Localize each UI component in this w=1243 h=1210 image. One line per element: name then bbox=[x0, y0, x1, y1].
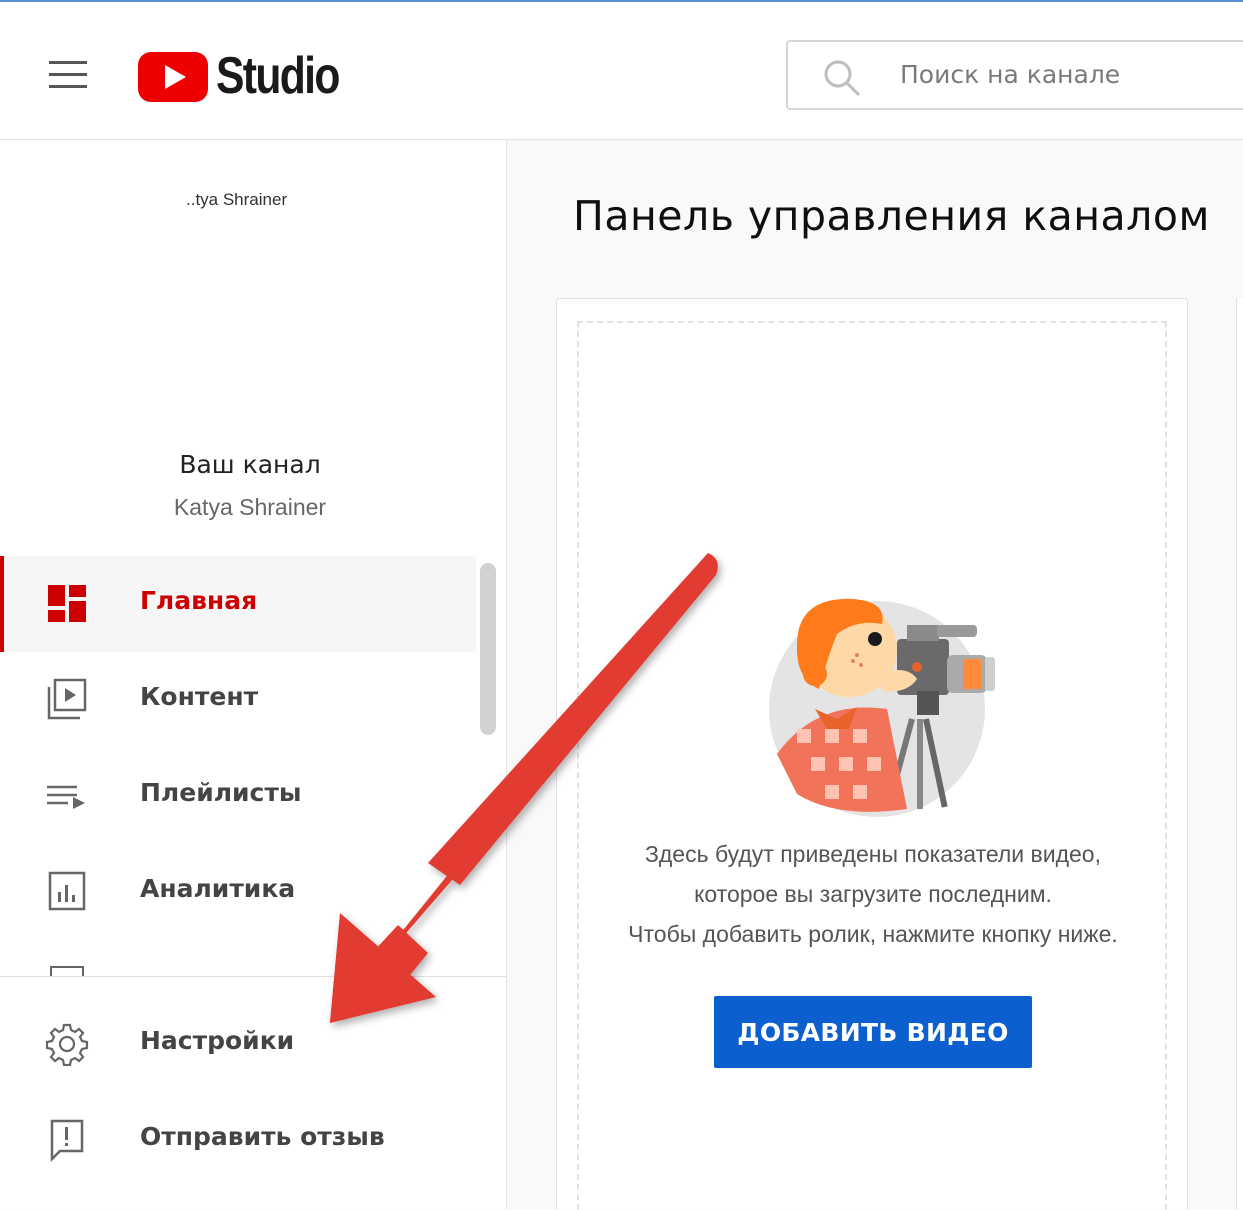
youtube-play-icon bbox=[138, 52, 208, 102]
sidebar-item-dashboard[interactable]: Главная bbox=[0, 556, 476, 652]
analytics-icon bbox=[48, 871, 86, 911]
next-card-edge bbox=[1236, 298, 1243, 1209]
sidebar-scrollbar[interactable] bbox=[480, 563, 496, 735]
sidebar-divider bbox=[0, 976, 506, 977]
sidebar: ..tya Shrainer Ваш канал Katya Shrainer … bbox=[0, 140, 507, 1209]
channel-search-box[interactable] bbox=[786, 40, 1243, 110]
video-content-icon bbox=[47, 678, 87, 720]
sidebar-item-label: Плейлисты bbox=[140, 778, 302, 807]
sidebar-item-label: Настройки bbox=[140, 1026, 295, 1055]
dashboard-icon bbox=[48, 585, 86, 622]
videographer-illustration bbox=[769, 598, 995, 817]
hamburger-menu-icon[interactable] bbox=[44, 52, 92, 94]
channel-title: Ваш канал bbox=[179, 450, 321, 479]
sidebar-item-analytics[interactable]: Аналитика bbox=[0, 844, 476, 940]
sidebar-item-feedback[interactable]: Отправить отзыв bbox=[0, 1092, 476, 1188]
sidebar-item-playlists[interactable]: Плейлисты bbox=[0, 748, 476, 844]
add-video-button[interactable]: ДОБАВИТЬ ВИДЕО bbox=[714, 996, 1032, 1068]
latest-video-card: Здесь будут приведены показатели видео, … bbox=[556, 298, 1188, 1210]
app-name: Studio bbox=[216, 47, 340, 105]
gear-icon bbox=[45, 1023, 89, 1066]
feedback-icon bbox=[50, 1119, 84, 1162]
channel-name: Katya Shrainer bbox=[173, 494, 327, 520]
page-title: Панель управления каналом bbox=[573, 192, 1210, 240]
sidebar-item-label: Контент bbox=[140, 682, 259, 711]
search-input[interactable] bbox=[900, 60, 1230, 89]
sidebar-item-label: Отправить отзыв bbox=[140, 1122, 385, 1151]
sidebar-item-settings[interactable]: Настройки bbox=[0, 996, 476, 1092]
card-description-line-3: Чтобы добавить ролик, нажмите кнопку ниж… bbox=[628, 921, 1118, 947]
card-description-line-1: Здесь будут приведены показатели видео, bbox=[644, 841, 1101, 867]
sidebar-item-label: Аналитика bbox=[140, 874, 296, 903]
playlist-icon bbox=[47, 785, 85, 809]
avatar[interactable]: ..tya Shrainer bbox=[186, 190, 287, 210]
search-icon[interactable] bbox=[822, 58, 862, 98]
card-description-line-2: которое вы загрузите последним. bbox=[694, 881, 1052, 907]
sidebar-item-content[interactable]: Контент bbox=[0, 652, 476, 748]
clipped-menu-icon bbox=[50, 966, 84, 976]
top-app-bar: Studio bbox=[0, 2, 1243, 140]
sidebar-item-label: Главная bbox=[140, 586, 258, 615]
